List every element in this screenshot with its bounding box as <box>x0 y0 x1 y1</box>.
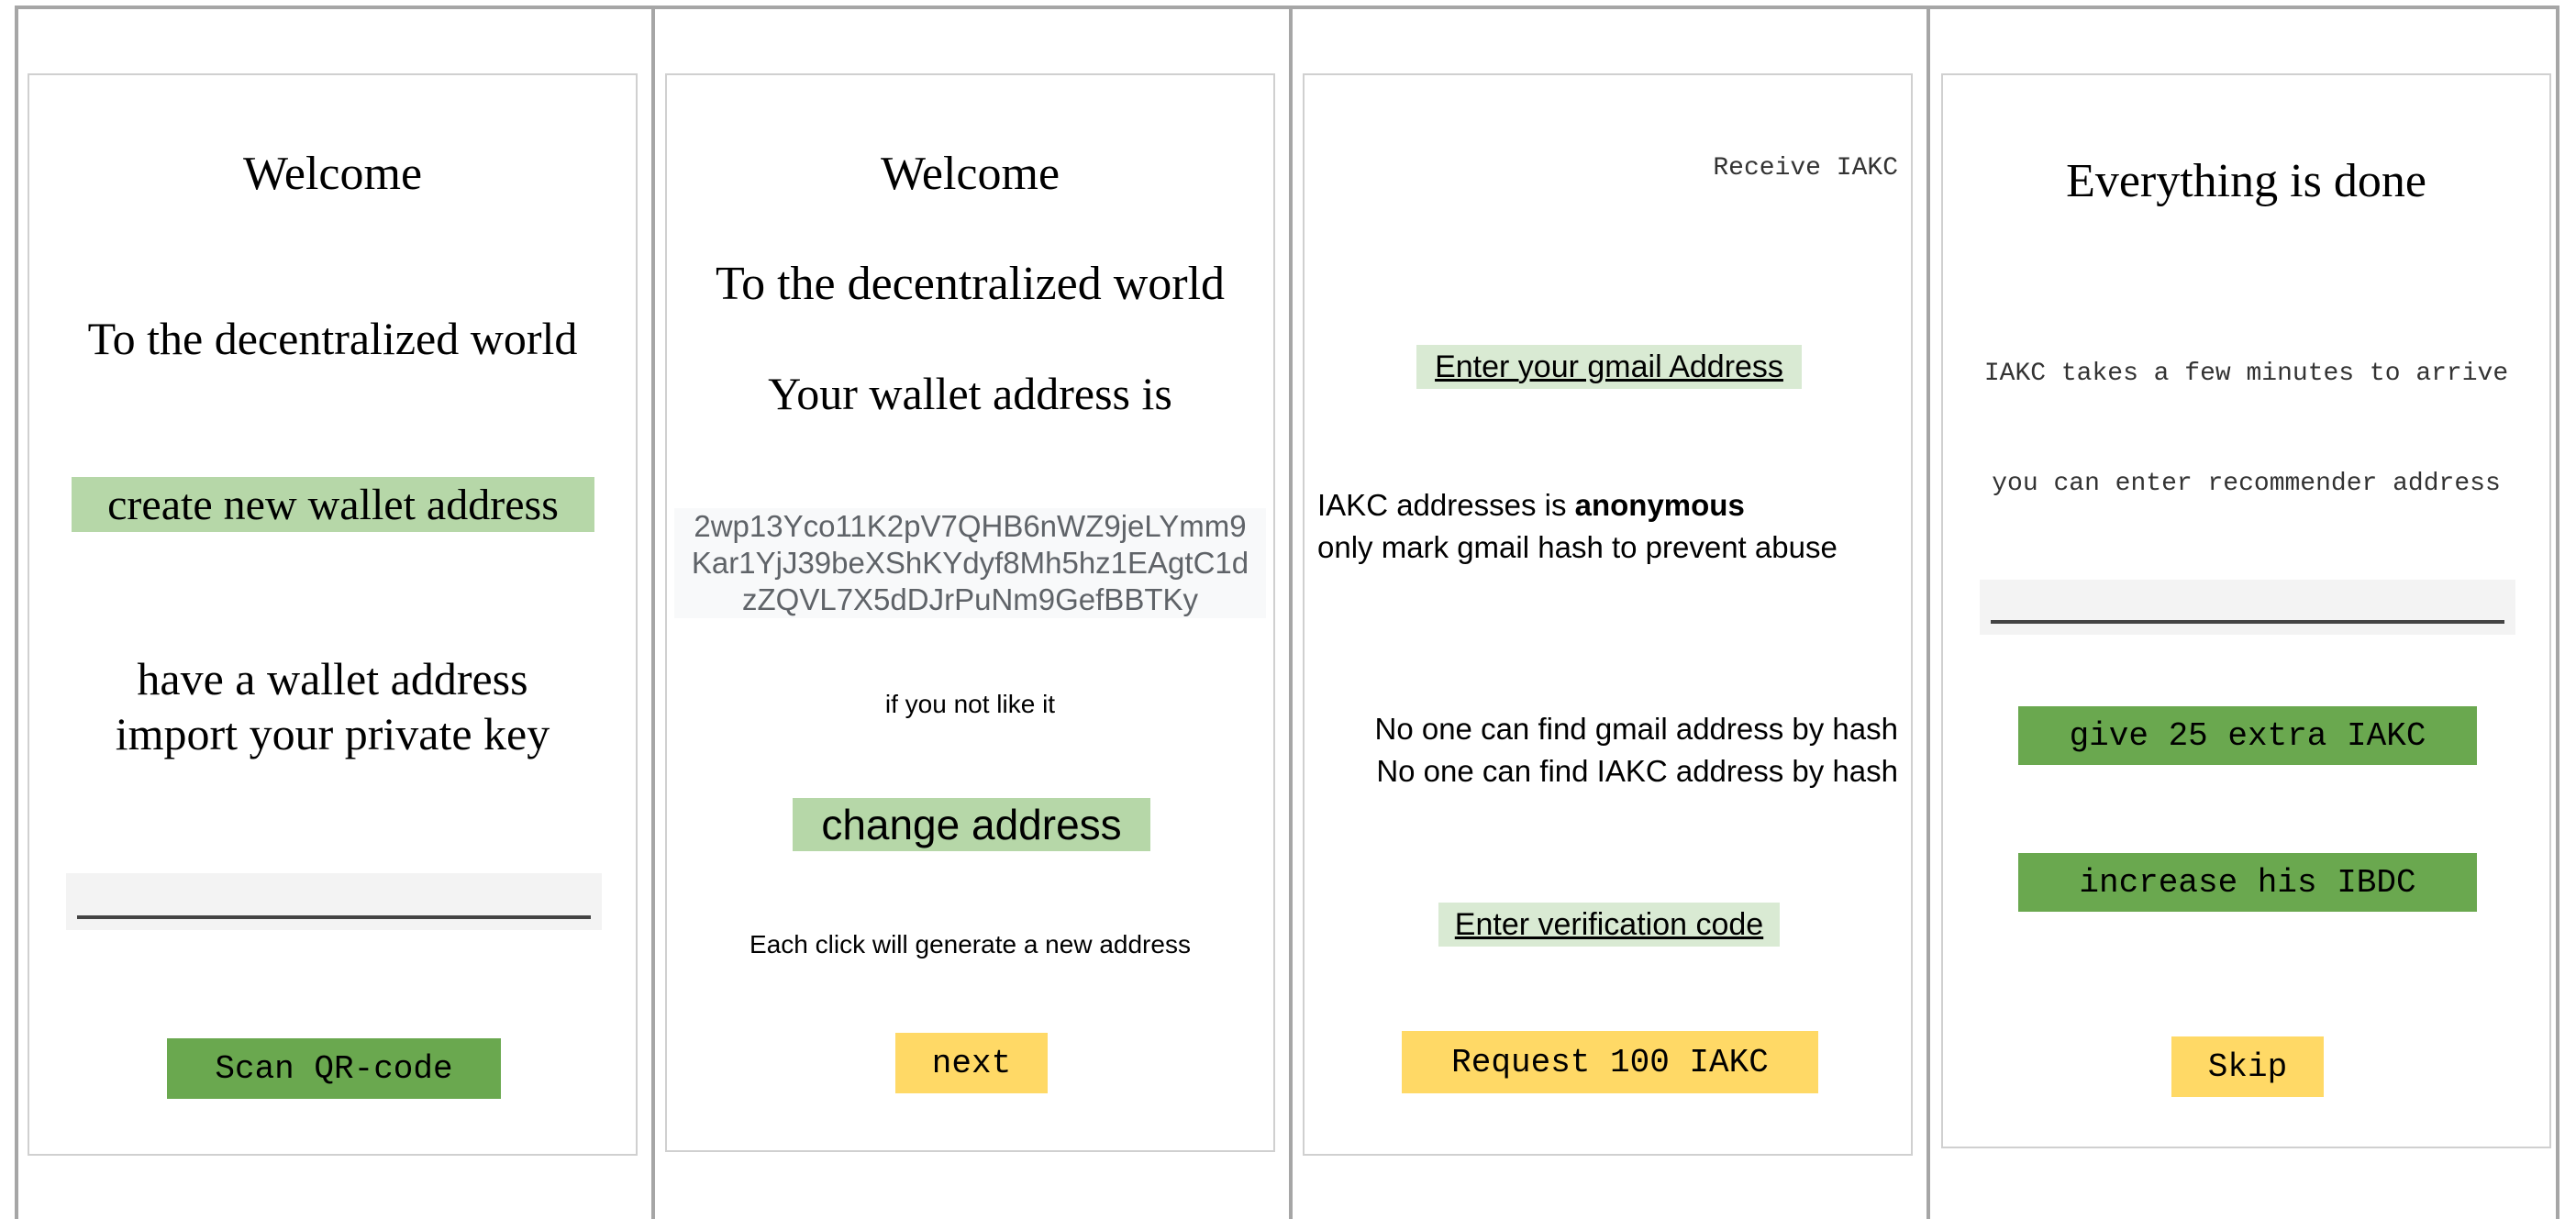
scan-qr-button[interactable]: Scan QR-code <box>167 1038 501 1099</box>
screen-welcome-address: Welcome To the decentralized world Your … <box>665 73 1275 1152</box>
screen-receive-iakc: Receive IAKC Enter your gmail Address IA… <box>1303 73 1913 1156</box>
give-extra-iakc-button[interactable]: give 25 extra IAKC <box>2018 706 2477 765</box>
hint-text: Each click will generate a new address <box>749 930 1191 959</box>
gmail-address-link[interactable]: Enter your gmail Address <box>1416 345 1802 389</box>
grid-divider <box>1289 6 1293 1219</box>
screen-welcome-import: Welcome To the decentralized world creat… <box>28 73 638 1156</box>
verification-code-link[interactable]: Enter verification code <box>1438 903 1780 947</box>
import-prompt-line1: have a wallet address <box>137 653 528 704</box>
grid-divider <box>1926 6 1930 1219</box>
wallet-address-line: Kar1YjJ39beXShKYdyf8Mh5hz1EAgtC1d <box>691 546 1249 580</box>
page-title: Everything is done <box>2066 155 2426 207</box>
privacy-line2: No one can find IAKC address by hash <box>1376 754 1898 788</box>
input-underline <box>77 915 591 919</box>
anonymity-line2: only mark gmail hash to prevent abuse <box>1317 530 1838 564</box>
dislike-text: if you not like it <box>884 690 1056 718</box>
next-button[interactable]: next <box>895 1033 1048 1093</box>
privacy-line1: No one can find gmail address by hash <box>1374 712 1898 746</box>
page-title: Receive IAKC <box>1713 154 1898 183</box>
increase-ibdc-button[interactable]: increase his IBDC <box>2018 853 2477 912</box>
anonymity-emphasis: anonymous <box>1574 488 1745 522</box>
grid-divider <box>15 6 18 1219</box>
anonymity-prefix: IAKC addresses is <box>1317 488 1575 522</box>
skip-button[interactable]: Skip <box>2171 1036 2324 1097</box>
address-heading: Your wallet address is <box>768 368 1172 419</box>
change-address-button[interactable]: change address <box>793 798 1150 851</box>
page-subtitle: To the decentralized world <box>715 258 1226 310</box>
wallet-address-line: 2wp13Yco11K2pV7QHB6nWZ9jeLYmm9 <box>694 509 1247 543</box>
wallet-address: 2wp13Yco11K2pV7QHB6nWZ9jeLYmm9 Kar1YjJ39… <box>674 508 1266 618</box>
grid-divider <box>651 6 655 1219</box>
gmail-address-link-label: Enter your gmail Address <box>1435 349 1783 384</box>
recommender-text: you can enter recommender address <box>1992 470 2501 498</box>
anonymity-line1: IAKC addresses is anonymous <box>1317 488 1745 523</box>
recommender-address-input[interactable] <box>1980 580 2515 635</box>
import-prompt-line2: import your private key <box>115 708 550 759</box>
wallet-address-line: zZQVL7X5dDJrPuNm9GefBBTKy <box>742 582 1198 616</box>
page-title: Welcome <box>242 148 423 200</box>
grid-top-border <box>15 6 2559 9</box>
private-key-input[interactable] <box>66 873 602 930</box>
page-subtitle: To the decentralized world <box>87 313 578 364</box>
screen-everything-done: Everything is done IAKC takes a few minu… <box>1941 73 2551 1148</box>
verification-code-link-label: Enter verification code <box>1454 906 1764 942</box>
input-underline <box>1991 620 2504 624</box>
request-iakc-button[interactable]: Request 100 IAKC <box>1402 1031 1818 1093</box>
create-wallet-button[interactable]: create new wallet address <box>72 477 594 532</box>
page-title: Welcome <box>880 148 1060 200</box>
grid-divider <box>2556 6 2559 1219</box>
arrival-text: IAKC takes a few minutes to arrive <box>1983 360 2509 388</box>
